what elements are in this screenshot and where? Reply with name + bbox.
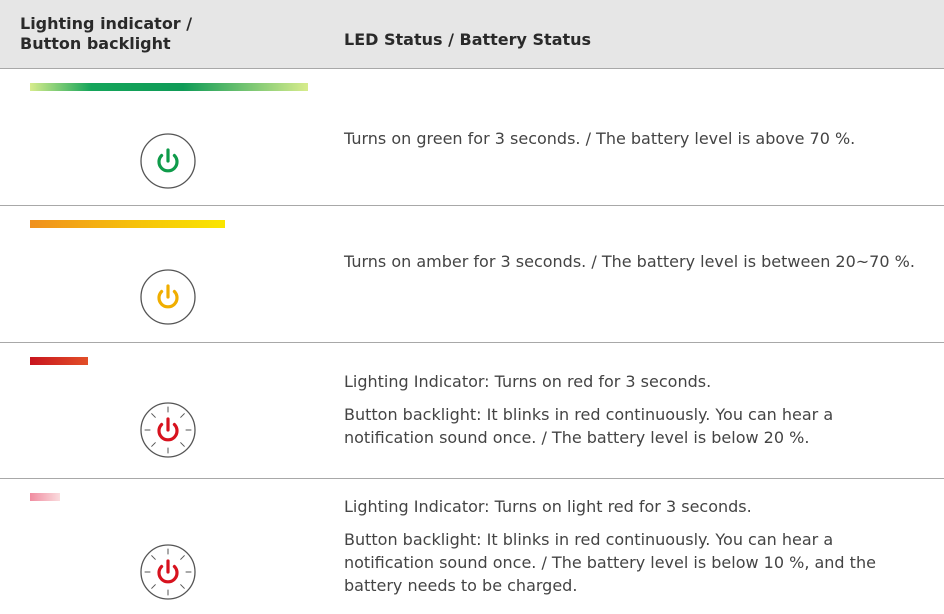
row-red-description: Lighting Indicator: Turns on red for 3 s… <box>344 370 924 449</box>
led-status-table: Lighting indicator / Button backlight LE… <box>0 0 944 614</box>
power-icon-amber <box>139 268 197 326</box>
row-light-red-indicator-text: Lighting Indicator: Turns on light red f… <box>344 497 752 516</box>
header-col1-line1: Lighting indicator / <box>20 14 193 33</box>
header-lighting-indicator: Lighting indicator / Button backlight <box>20 14 280 54</box>
red-indicator-bar <box>30 357 88 365</box>
header-led-status: LED Status / Battery Status <box>344 30 592 49</box>
row-light-red-description: Lighting Indicator: Turns on light red f… <box>344 495 924 597</box>
light-red-indicator-bar <box>30 493 60 501</box>
table-row-amber: Turns on amber for 3 seconds. / The batt… <box>0 206 944 343</box>
row-amber-text: Turns on amber for 3 seconds. / The batt… <box>344 252 915 271</box>
power-icon-red-blinking <box>139 543 197 601</box>
row-amber-description: Turns on amber for 3 seconds. / The batt… <box>344 250 924 273</box>
power-icon-red-blinking <box>139 401 197 459</box>
table-row-light-red: Lighting Indicator: Turns on light red f… <box>0 479 944 614</box>
green-indicator-bar <box>30 83 308 91</box>
amber-indicator-bar <box>30 220 225 228</box>
row-green-text: Turns on green for 3 seconds. / The batt… <box>344 129 856 148</box>
row-green-description: Turns on green for 3 seconds. / The batt… <box>344 127 924 150</box>
row-red-indicator-text: Lighting Indicator: Turns on red for 3 s… <box>344 372 712 391</box>
header-col1-line2: Button backlight <box>20 34 171 53</box>
row-red-backlight-text: Button backlight: It blinks in red conti… <box>344 405 834 447</box>
table-row-red: Lighting Indicator: Turns on red for 3 s… <box>0 343 944 479</box>
table-row-green: Turns on green for 3 seconds. / The batt… <box>0 69 944 206</box>
row-light-red-backlight-text: Button backlight: It blinks in red conti… <box>344 530 876 595</box>
power-icon-green <box>139 132 197 190</box>
table-header: Lighting indicator / Button backlight LE… <box>0 0 944 69</box>
